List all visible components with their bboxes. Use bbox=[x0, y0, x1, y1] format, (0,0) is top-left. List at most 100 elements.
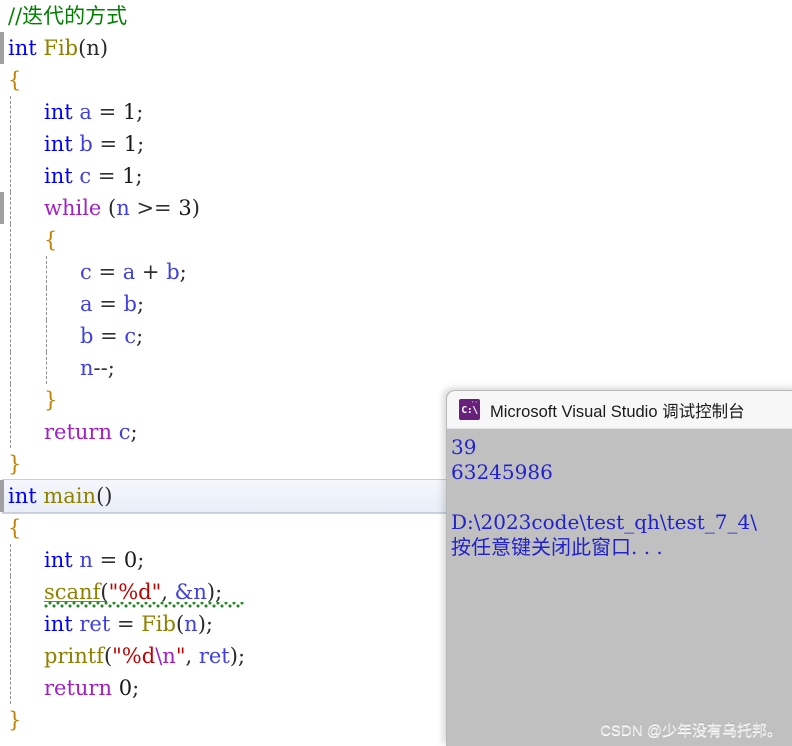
code-token: "%d" bbox=[108, 580, 162, 604]
console-output-line: 39 bbox=[451, 435, 477, 459]
code-token: 0 bbox=[118, 676, 133, 700]
code-token: //迭代的方式 bbox=[8, 4, 128, 28]
code-line-text: int Fib(n) bbox=[8, 32, 108, 64]
code-token: ret bbox=[79, 612, 111, 636]
indent-guide bbox=[46, 352, 47, 384]
code-token: = bbox=[93, 324, 125, 348]
console-output-area[interactable]: 39 63245986 D:\2023code\test_qh\test_7_4\ 按… bbox=[447, 429, 792, 560]
code-token: int bbox=[44, 100, 73, 124]
code-token: = bbox=[92, 292, 124, 316]
code-line[interactable]: b = c; bbox=[0, 320, 792, 352]
indent-guide bbox=[10, 128, 11, 160]
code-token: int bbox=[44, 548, 73, 572]
code-line-text: } bbox=[44, 384, 57, 416]
indent-guide bbox=[10, 160, 11, 192]
code-token: a bbox=[122, 260, 136, 284]
code-token: ) bbox=[197, 612, 206, 636]
code-token: ; bbox=[130, 420, 138, 444]
code-line[interactable]: n--; bbox=[0, 352, 792, 384]
code-line-text: b = c; bbox=[80, 320, 143, 352]
code-token: = bbox=[91, 164, 123, 188]
code-token: } bbox=[8, 452, 22, 476]
code-token: n bbox=[184, 612, 198, 636]
code-token: ) bbox=[206, 580, 216, 604]
code-token: ( bbox=[175, 612, 185, 636]
indent-guide bbox=[10, 288, 11, 320]
console-output-line: 按任意键关闭此窗口. . . bbox=[451, 535, 663, 559]
indent-guide bbox=[10, 416, 11, 448]
code-token: } bbox=[8, 708, 22, 732]
code-line[interactable]: a = b; bbox=[0, 288, 792, 320]
code-line[interactable]: { bbox=[0, 64, 792, 96]
code-token: return bbox=[44, 676, 112, 700]
code-line[interactable]: { bbox=[0, 224, 792, 256]
code-line-text: int ret = Fib(n); bbox=[44, 608, 213, 640]
code-token: return bbox=[44, 420, 112, 444]
code-token: int bbox=[44, 164, 73, 188]
code-token: = bbox=[91, 100, 123, 124]
code-token: \n bbox=[155, 644, 176, 668]
code-token: "%d bbox=[112, 644, 156, 668]
code-token: --; bbox=[93, 356, 115, 380]
code-line[interactable]: int a = 1; bbox=[0, 96, 792, 128]
indent-guide bbox=[10, 384, 11, 416]
indent-guide bbox=[46, 320, 47, 352]
code-line-text: n--; bbox=[80, 352, 115, 384]
code-token: &n bbox=[174, 580, 207, 604]
code-token: = bbox=[92, 548, 124, 572]
code-line[interactable]: c = a + b; bbox=[0, 256, 792, 288]
code-line-text: //迭代的方式 bbox=[8, 0, 127, 32]
code-token: b bbox=[79, 132, 93, 156]
code-line-text: } bbox=[8, 448, 21, 480]
code-token: 1 bbox=[123, 132, 138, 156]
code-token: printf bbox=[44, 644, 104, 668]
code-token: ; bbox=[137, 132, 145, 156]
change-bar-marker bbox=[0, 32, 4, 64]
code-line-text: int n = 0; bbox=[44, 544, 144, 576]
code-line-text: int main() bbox=[8, 480, 112, 512]
code-token: 0 bbox=[123, 548, 138, 572]
debug-console-window[interactable]: ·· C:\ Microsoft Visual Studio 调试控制台 39 6… bbox=[446, 390, 792, 746]
code-token: n bbox=[80, 356, 94, 380]
code-token: >= bbox=[129, 196, 179, 220]
code-token: a bbox=[79, 100, 92, 124]
code-token: 1 bbox=[122, 164, 136, 188]
indent-guide bbox=[10, 608, 11, 640]
code-token: ; bbox=[179, 260, 187, 284]
code-line[interactable]: int c = 1; bbox=[0, 160, 792, 192]
code-token: ; bbox=[132, 676, 140, 700]
code-line[interactable]: while (n >= 3) bbox=[0, 192, 792, 224]
code-line-text: a = b; bbox=[80, 288, 144, 320]
code-line[interactable]: int b = 1; bbox=[0, 128, 792, 160]
code-line-text: int b = 1; bbox=[44, 128, 144, 160]
code-token: ; bbox=[136, 100, 144, 124]
code-line-text: { bbox=[8, 512, 21, 544]
console-title-bar[interactable]: ·· C:\ Microsoft Visual Studio 调试控制台 bbox=[447, 391, 792, 429]
code-line-text: int c = 1; bbox=[44, 160, 143, 192]
code-token: = bbox=[92, 132, 124, 156]
code-line-text: return c; bbox=[44, 416, 138, 448]
indent-guide bbox=[10, 96, 11, 128]
change-bar-marker bbox=[0, 480, 4, 512]
code-token: 1 bbox=[122, 100, 137, 124]
indent-guide bbox=[10, 576, 11, 608]
indent-guide bbox=[46, 288, 47, 320]
code-token: ( bbox=[103, 644, 113, 668]
code-line-text: { bbox=[44, 224, 57, 256]
code-token: n bbox=[79, 548, 93, 572]
code-token: , bbox=[161, 580, 175, 604]
code-token: Fib bbox=[141, 612, 176, 636]
code-token: int bbox=[44, 132, 73, 156]
code-line[interactable]: int Fib(n) bbox=[0, 32, 792, 64]
code-token: , bbox=[185, 644, 199, 668]
code-token: c bbox=[118, 420, 131, 444]
code-token: c bbox=[124, 324, 137, 348]
code-token: ; bbox=[136, 292, 145, 316]
code-token: ; bbox=[136, 324, 144, 348]
command-prompt-icon: ·· C:\ bbox=[459, 399, 480, 420]
code-line-text: while (n >= 3) bbox=[44, 192, 200, 224]
code-line[interactable]: //迭代的方式 bbox=[0, 0, 792, 32]
indent-guide bbox=[10, 192, 11, 224]
code-token: main bbox=[43, 484, 97, 508]
